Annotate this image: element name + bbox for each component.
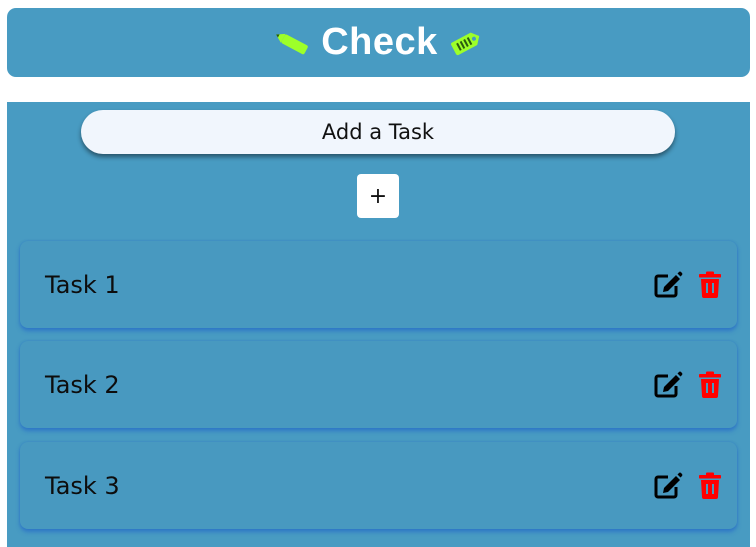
task-label: Task 3 (45, 471, 120, 500)
app-header: Check (7, 8, 750, 77)
task-label: Task 1 (45, 270, 120, 299)
task-panel: + Task 1 Task 2 (7, 102, 750, 547)
task-item: Task 2 (20, 341, 737, 428)
trash-icon[interactable] (695, 270, 725, 300)
tag-icon (448, 27, 484, 59)
edit-icon[interactable] (653, 471, 683, 501)
header-content: Check (273, 21, 484, 64)
trash-icon[interactable] (695, 370, 725, 400)
task-actions (653, 270, 725, 300)
task-actions (653, 471, 725, 501)
edit-icon[interactable] (653, 270, 683, 300)
app-title: Check (321, 21, 438, 63)
task-item: Task 1 (20, 241, 737, 328)
edit-icon[interactable] (653, 370, 683, 400)
pencil-icon (273, 30, 311, 56)
task-input[interactable] (81, 110, 675, 154)
task-actions (653, 370, 725, 400)
task-label: Task 2 (45, 370, 120, 399)
trash-icon[interactable] (695, 471, 725, 501)
task-item: Task 3 (20, 442, 737, 529)
add-task-button[interactable]: + (357, 174, 399, 218)
